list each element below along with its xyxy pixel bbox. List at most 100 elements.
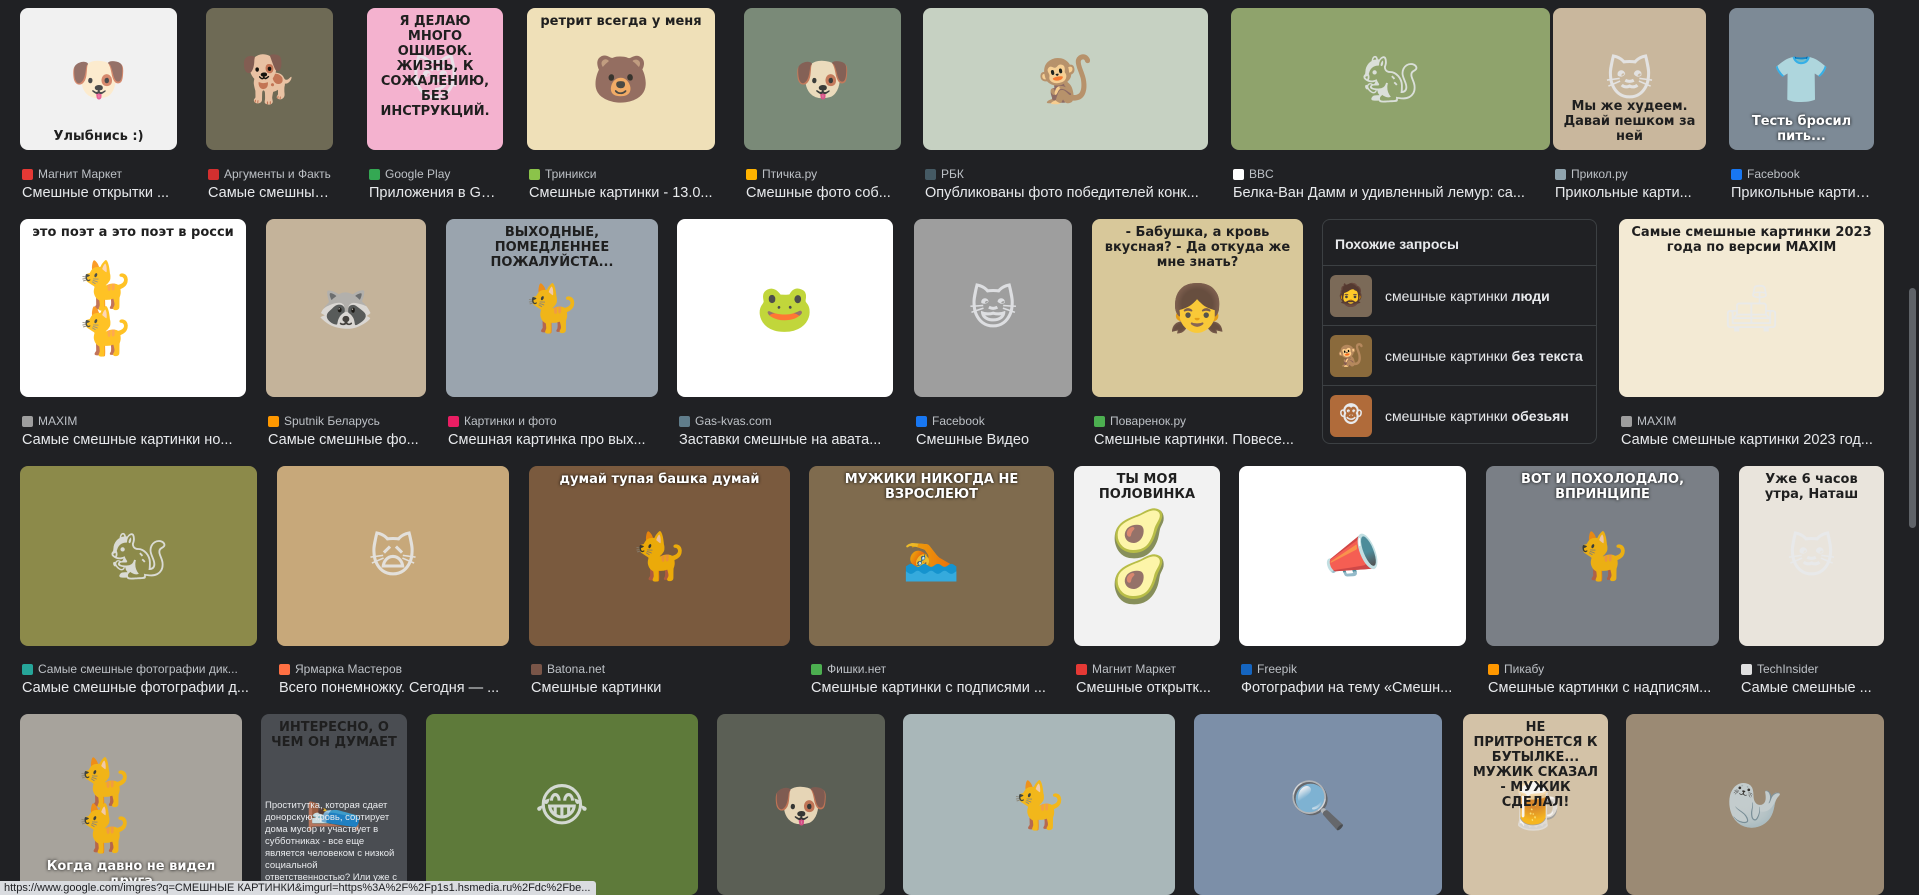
result-title-link[interactable]: Смешные открытк...	[1076, 680, 1218, 698]
image-thumbnail[interactable]: 🐈	[903, 714, 1175, 895]
result-title-link[interactable]: Заставки смешные на авата...	[679, 432, 891, 450]
image-result-tile[interactable]: 🐶	[717, 714, 885, 895]
image-result-tile[interactable]: 🏊 МУЖИКИ НИКОГДА НЕ ВЗРОСЛЕЮТ Фишки.нет Сме…	[809, 466, 1054, 700]
image-thumbnail[interactable]: 📣	[1239, 466, 1466, 646]
image-result-tile[interactable]: 🙀 Ярмарка Мастеров Всего понемножку. Сегод…	[277, 466, 509, 700]
result-title-link[interactable]: Смешные картинки с подписями ...	[811, 680, 1052, 698]
image-thumbnail[interactable]: 👕 Тесть бросил пить...	[1729, 8, 1874, 150]
result-title-link[interactable]: Фотографии на тему «Смешн...	[1241, 680, 1464, 698]
result-source[interactable]: Freepik	[1241, 661, 1464, 677]
result-title-link[interactable]: Смешные картинки - 13.0...	[529, 185, 713, 203]
image-result-tile[interactable]: 🐱 Мы же худеем. Давай пешком за ней Прикол…	[1553, 8, 1706, 205]
related-search-item[interactable]: 🐒 смешные картинки без текста	[1323, 325, 1596, 385]
result-title-link[interactable]: Белка-Ван Дамм и удивленный лемур: са...	[1233, 185, 1548, 203]
result-source[interactable]: Поваренок.ру	[1094, 413, 1301, 429]
image-result-tile[interactable]: 😼 Я ДЕЛАЮ МНОГО ОШИБОК. ЖИЗНЬ, К СОЖАЛЕНИ…	[367, 8, 503, 205]
result-source[interactable]: Facebook	[1731, 166, 1872, 182]
result-source[interactable]: Картинки и фото	[448, 413, 656, 429]
image-thumbnail[interactable]: 🐸	[677, 219, 893, 397]
result-source[interactable]: Facebook	[916, 413, 1070, 429]
result-source[interactable]: Прикол.ру	[1555, 166, 1704, 182]
image-thumbnail[interactable]: 🐈 думай тупая башка думай	[529, 466, 790, 646]
image-thumbnail[interactable]: 🐈🐈Когда давно не видел друга	[20, 714, 242, 895]
image-result-tile[interactable]: 😺 Facebook Смешные Видео	[914, 219, 1072, 452]
result-title-link[interactable]: Самые смешные фо...	[268, 432, 424, 450]
image-thumbnail[interactable]: 🐈 ВОТ И ПОХОЛОДАЛО, ВПРИНЦИПЕ	[1486, 466, 1719, 646]
image-result-tile[interactable]: 🛋 Самые смешные картинки 2023 года по вер…	[1619, 219, 1884, 452]
result-source[interactable]: TechInsider	[1741, 661, 1882, 677]
result-source[interactable]: Аргументы и Факты	[208, 166, 331, 182]
result-title-link[interactable]: Смешные картинки с надписям...	[1488, 680, 1717, 698]
image-result-tile[interactable]: 📣 Freepik Фотографии на тему «Смешн...	[1239, 466, 1466, 700]
image-result-tile[interactable]: 🔍	[1194, 714, 1442, 895]
result-source[interactable]: Птичка.ру	[746, 166, 899, 182]
result-source[interactable]: Магнит Маркет	[1076, 661, 1218, 677]
result-title-link[interactable]: Приложения в Go...	[369, 185, 501, 203]
image-thumbnail[interactable]: 🙀	[277, 466, 509, 646]
image-thumbnail[interactable]: 😼 Я ДЕЛАЮ МНОГО ОШИБОК. ЖИЗНЬ, К СОЖАЛЕНИ…	[367, 8, 503, 150]
result-source[interactable]: Ярмарка Мастеров	[279, 661, 507, 677]
image-thumbnail[interactable]: 🛌 ИНТЕРЕСНО, О ЧЕМ ОН ДУМАЕТ Проститутка, …	[261, 714, 407, 895]
result-title-link[interactable]: Самые смешные картинки 2023 год...	[1621, 432, 1882, 450]
image-result-tile[interactable]: 🍺 НЕ ПРИТРОНЕТСЯ К БУТЫЛКЕ... МУЖИК СКАЗА…	[1463, 714, 1608, 895]
result-title-link[interactable]: Смешная картинка про вых...	[448, 432, 656, 450]
result-source[interactable]: Google Play	[369, 166, 501, 182]
result-source[interactable]: Gas-kvas.com	[679, 413, 891, 429]
image-result-tile[interactable]: 🐿 BBC Белка-Ван Дамм и удивленный лемур: с…	[1231, 8, 1550, 205]
image-thumbnail[interactable]: 🐿	[1231, 8, 1550, 150]
image-thumbnail[interactable]: 🍺 НЕ ПРИТРОНЕТСЯ К БУТЫЛКЕ... МУЖИК СКАЗА…	[1463, 714, 1608, 895]
image-thumbnail[interactable]: 👧 - Бабушка, а кровь вкусная? - Да откуда…	[1092, 219, 1303, 397]
related-search-item[interactable]: 🐵 смешные картинки обезьян	[1323, 385, 1596, 445]
image-result-tile[interactable]: 🐈 ВОТ И ПОХОЛОДАЛО, ВПРИНЦИПЕ Пикабу Смешны…	[1486, 466, 1719, 700]
image-thumbnail[interactable]: 😂	[426, 714, 698, 895]
image-result-tile[interactable]: 🐈 🐈 это поэт а это поэт в росси MAXIM Самые…	[20, 219, 246, 452]
page-scrollbar[interactable]	[1909, 288, 1916, 528]
image-thumbnail[interactable]: 🥑🥑 ТЫ МОЯ ПОЛОВИНКА	[1074, 466, 1220, 646]
result-source[interactable]: Sputnik Беларусь	[268, 413, 424, 429]
image-thumbnail[interactable]: 🏊 МУЖИКИ НИКОГДА НЕ ВЗРОСЛЕЮТ	[809, 466, 1054, 646]
image-result-tile[interactable]: 👕 Тесть бросил пить... Facebook Прикольные …	[1729, 8, 1874, 205]
result-title-link[interactable]: Самые смешные картинки но...	[22, 432, 244, 450]
image-thumbnail[interactable]: 🐶 Улыбнись :)	[20, 8, 177, 150]
related-search-item[interactable]: 🧔 смешные картинки люди	[1323, 265, 1596, 325]
image-result-tile[interactable]: 🐈 думай тупая башка думай Batona.net Смешны…	[529, 466, 790, 700]
image-thumbnail[interactable]: 🐕	[206, 8, 333, 150]
image-result-tile[interactable]: 🥑🥑 ТЫ МОЯ ПОЛОВИНКА Магнит Маркет Смешные о…	[1074, 466, 1220, 700]
result-title-link[interactable]: Смешные Видео	[916, 432, 1070, 450]
image-result-tile[interactable]: 🐈 ВЫХОДНЫЕ, ПОМЕДЛЕННЕЕ ПОЖАЛУЙСТА... Карт…	[446, 219, 658, 452]
image-thumbnail[interactable]: 🐈 ВЫХОДНЫЕ, ПОМЕДЛЕННЕЕ ПОЖАЛУЙСТА...	[446, 219, 658, 397]
result-title-link[interactable]: Всего понемножку. Сегодня — ...	[279, 680, 507, 698]
result-title-link[interactable]: Смешные картинки. Повесе...	[1094, 432, 1301, 450]
result-source[interactable]: Самые смешные фотографии дик...	[22, 661, 255, 677]
image-result-tile[interactable]: 👧 - Бабушка, а кровь вкусная? - Да откуда…	[1092, 219, 1303, 452]
result-title-link[interactable]: Самые смешные ...	[1741, 680, 1882, 698]
result-source[interactable]: Магнит Маркет	[22, 166, 175, 182]
image-thumbnail[interactable]: 🛋 Самые смешные картинки 2023 года по вер…	[1619, 219, 1884, 397]
image-thumbnail[interactable]: 🦭	[1626, 714, 1884, 895]
result-source[interactable]: Пикабу	[1488, 661, 1717, 677]
image-thumbnail[interactable]: 😺	[914, 219, 1072, 397]
image-result-tile[interactable]: 🦭	[1626, 714, 1884, 895]
image-thumbnail[interactable]: 🐶	[717, 714, 885, 895]
image-result-tile[interactable]: 🐕 Аргументы и Факты Самые смешные ...	[206, 8, 333, 205]
result-source[interactable]: РБК	[925, 166, 1206, 182]
image-result-tile[interactable]: 🐿 Самые смешные фотографии дик... Самые см…	[20, 466, 257, 700]
result-title-link[interactable]: Самые смешные фотографии д...	[22, 680, 255, 698]
image-thumbnail[interactable]: 🐶	[744, 8, 901, 150]
image-thumbnail[interactable]: 🐱 Мы же худеем. Давай пешком за ней	[1553, 8, 1706, 150]
result-title-link[interactable]: Опубликованы фото победителей конк...	[925, 185, 1206, 203]
image-result-tile[interactable]: 🐶 Улыбнись :) Магнит Маркет Смешные открытк…	[20, 8, 177, 205]
result-title-link[interactable]: Прикольные карти...	[1555, 185, 1704, 203]
image-result-tile[interactable]: 🐒 РБК Опубликованы фото победителей конк..…	[923, 8, 1208, 205]
image-thumbnail[interactable]: 🔍	[1194, 714, 1442, 895]
image-thumbnail[interactable]: 🐱 Уже 6 часов утра, Наташ	[1739, 466, 1884, 646]
result-source[interactable]: MAXIM	[1621, 413, 1882, 429]
result-title-link[interactable]: Прикольные картин...	[1731, 185, 1872, 203]
result-source[interactable]: MAXIM	[22, 413, 244, 429]
image-result-tile[interactable]: 🐈🐈Когда давно не видел друга	[20, 714, 242, 895]
image-thumbnail[interactable]: 🐻 ретрит всегда у меня	[527, 8, 715, 150]
result-title-link[interactable]: Смешные открытки ...	[22, 185, 175, 203]
image-result-tile[interactable]: 🐸 Gas-kvas.com Заставки смешные на авата..…	[677, 219, 893, 452]
image-result-tile[interactable]: 🐈	[903, 714, 1175, 895]
image-result-tile[interactable]: 🐻 ретрит всегда у меня Триникси Смешные кар…	[527, 8, 715, 205]
